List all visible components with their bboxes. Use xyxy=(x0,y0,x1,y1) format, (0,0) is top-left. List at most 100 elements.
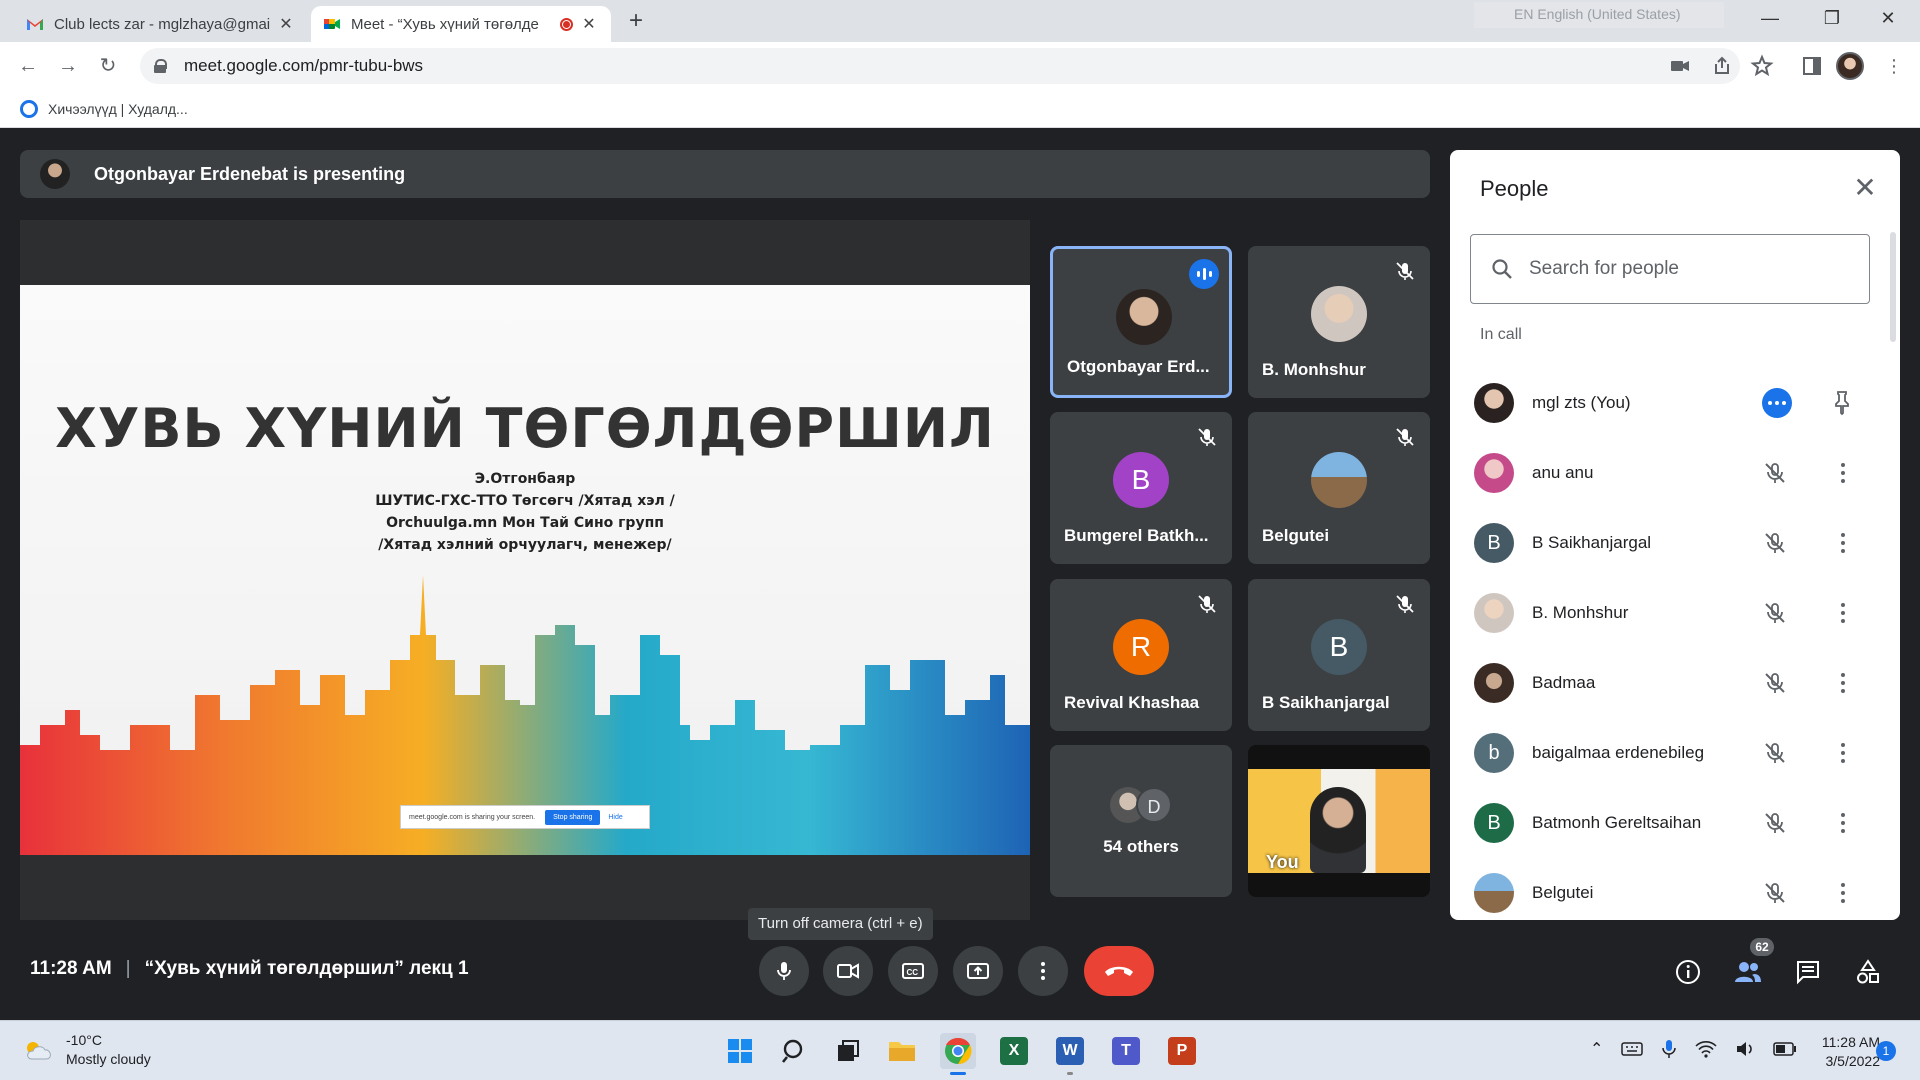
pin-icon[interactable] xyxy=(1828,388,1856,416)
forward-arrow-icon[interactable]: → xyxy=(52,50,84,82)
more-options-icon[interactable] xyxy=(1830,810,1856,836)
weather-temperature: -10°C xyxy=(66,1032,102,1048)
more-options-icon[interactable] xyxy=(1830,880,1856,906)
list-item[interactable]: B. Monhshur xyxy=(1450,578,1880,648)
search-box[interactable] xyxy=(1470,234,1870,304)
stop-sharing-button[interactable]: Stop sharing xyxy=(545,809,601,825)
share-icon[interactable] xyxy=(1708,52,1736,80)
activities-button[interactable] xyxy=(1850,954,1886,990)
mic-off-icon[interactable] xyxy=(1762,810,1788,836)
close-tab-icon[interactable]: ✕ xyxy=(579,14,599,34)
mic-off-icon[interactable] xyxy=(1762,880,1788,906)
mic-off-icon xyxy=(1396,595,1414,613)
present-screen-button[interactable] xyxy=(953,946,1003,996)
scrollbar[interactable] xyxy=(1890,232,1896,342)
people-button[interactable] xyxy=(1730,954,1766,990)
search-taskbar-button[interactable] xyxy=(776,1033,812,1069)
self-video-tile[interactable]: You xyxy=(1248,745,1430,897)
microphone-button[interactable] xyxy=(759,946,809,996)
participant-tile[interactable]: Belgutei xyxy=(1248,412,1430,564)
search-input[interactable] xyxy=(1529,258,1849,280)
more-options-icon[interactable] xyxy=(1830,740,1856,766)
more-options-icon[interactable] xyxy=(1830,600,1856,626)
meeting-details-button[interactable] xyxy=(1670,954,1706,990)
url-field[interactable]: meet.google.com/pmr-tubu-bws xyxy=(140,48,1740,84)
mic-off-icon[interactable] xyxy=(1762,670,1788,696)
profile-avatar[interactable] xyxy=(1836,52,1864,80)
chat-button[interactable] xyxy=(1790,954,1826,990)
meeting-title: “Хувь хүний төгөлдөршил” лекц 1 xyxy=(144,958,469,979)
tab-meet[interactable]: Meet - “Хувь хүний төгөлде ✕ xyxy=(311,6,611,42)
keyboard-icon[interactable] xyxy=(1621,1041,1644,1057)
participant-tile[interactable]: B. Monhshur xyxy=(1248,246,1430,398)
person-name: anu anu xyxy=(1532,463,1594,482)
side-panel-icon[interactable] xyxy=(1798,52,1826,80)
weather-widget[interactable]: -10°C Mostly cloudy xyxy=(24,1031,151,1069)
mic-off-icon[interactable] xyxy=(1762,600,1788,626)
leave-call-button[interactable] xyxy=(1084,946,1154,996)
mic-off-icon[interactable] xyxy=(1762,740,1788,766)
word-taskbar-button[interactable]: W xyxy=(1052,1033,1088,1075)
activities-icon xyxy=(1857,959,1879,984)
bookmark-star-icon[interactable] xyxy=(1748,52,1776,80)
chrome-taskbar-button[interactable] xyxy=(940,1033,976,1075)
new-tab-button[interactable]: + xyxy=(622,8,650,36)
volume-icon[interactable] xyxy=(1735,1040,1755,1058)
more-options-button[interactable] xyxy=(1018,946,1068,996)
more-options-icon[interactable] xyxy=(1762,388,1792,418)
participant-tile[interactable]: B B Saikhanjargal xyxy=(1248,579,1430,731)
list-item[interactable]: Belgutei xyxy=(1450,858,1880,920)
file-explorer-button[interactable] xyxy=(884,1033,920,1069)
slide-subtitle-line: ШУТИС-ГХС-ТТО Төгсөгч /Хятад хэл / xyxy=(375,493,675,509)
person-name: B. Monhshur xyxy=(1532,603,1629,622)
participant-tile[interactable]: Otgonbayar Erd... xyxy=(1050,246,1232,398)
system-clock[interactable]: 11:28 AM 3/5/2022 xyxy=(1806,1033,1880,1071)
list-item[interactable]: mgl zts (You) xyxy=(1450,368,1880,438)
task-view-button[interactable] xyxy=(830,1033,866,1069)
list-item[interactable]: Badmaa xyxy=(1450,648,1880,718)
participant-tile[interactable]: B Bumgerel Batkh... xyxy=(1050,412,1232,564)
camera-in-use-icon[interactable] xyxy=(1666,52,1694,80)
tab-gmail[interactable]: Club lects zar - mglzhaya@gmail ✕ xyxy=(14,6,308,42)
restore-icon[interactable]: ❐ xyxy=(1812,4,1852,32)
word-icon: W xyxy=(1056,1037,1084,1065)
hide-notice-button[interactable]: Hide xyxy=(608,814,622,821)
minimize-icon[interactable]: — xyxy=(1750,4,1790,32)
panel-title: People xyxy=(1480,176,1549,201)
close-window-icon[interactable]: ✕ xyxy=(1868,4,1908,32)
more-options-icon[interactable] xyxy=(1830,530,1856,556)
close-tab-icon[interactable]: ✕ xyxy=(276,14,296,34)
list-item[interactable]: anu anu xyxy=(1450,438,1880,508)
wifi-icon[interactable] xyxy=(1695,1040,1717,1058)
hang-up-icon xyxy=(1105,966,1133,976)
reload-icon[interactable]: ↻ xyxy=(92,50,124,82)
notification-badge[interactable]: 1 xyxy=(1876,1041,1896,1061)
list-item[interactable]: B B Saikhanjargal xyxy=(1450,508,1880,578)
microphone-tray-icon[interactable] xyxy=(1661,1039,1677,1059)
more-options-icon[interactable] xyxy=(1830,670,1856,696)
powerpoint-taskbar-button[interactable]: P xyxy=(1164,1033,1200,1069)
captions-button[interactable]: CC xyxy=(888,946,938,996)
others-tile[interactable]: D 54 others xyxy=(1050,745,1232,897)
mic-off-icon xyxy=(1198,428,1216,446)
list-item[interactable]: B Batmonh Gereltsaihan xyxy=(1450,788,1880,858)
teams-taskbar-button[interactable]: T xyxy=(1108,1033,1144,1069)
close-icon[interactable]: ✕ xyxy=(1850,174,1880,204)
excel-taskbar-button[interactable]: X xyxy=(996,1033,1032,1069)
back-arrow-icon[interactable]: ← xyxy=(12,50,44,82)
chevron-up-icon[interactable]: ⌃ xyxy=(1590,1039,1603,1059)
bookmark-item[interactable]: Хичээлүүд | Худалд... xyxy=(48,101,188,117)
participant-name: B Saikhanjargal xyxy=(1262,693,1390,712)
screen-share-view[interactable]: ХУВЬ ХҮНИЙ ТӨГӨЛДӨРШИЛ Э.Отгонбаяр ШУТИС… xyxy=(20,220,1030,920)
more-options-icon[interactable] xyxy=(1830,460,1856,486)
participant-tile[interactable]: R Revival Khashaa xyxy=(1050,579,1232,731)
battery-icon[interactable] xyxy=(1773,1042,1797,1056)
windows-start-button[interactable] xyxy=(722,1033,758,1069)
teams-icon: T xyxy=(1112,1037,1140,1065)
list-item[interactable]: b baigalmaa erdenebileg xyxy=(1450,718,1880,788)
mic-off-icon[interactable] xyxy=(1762,530,1788,556)
mic-off-icon[interactable] xyxy=(1762,460,1788,486)
chrome-menu-icon[interactable]: ⋮ xyxy=(1880,52,1908,80)
camera-button[interactable] xyxy=(823,946,873,996)
meeting-info: 11:28 AM | “Хувь хүний төгөлдөршил” лекц… xyxy=(30,958,469,980)
